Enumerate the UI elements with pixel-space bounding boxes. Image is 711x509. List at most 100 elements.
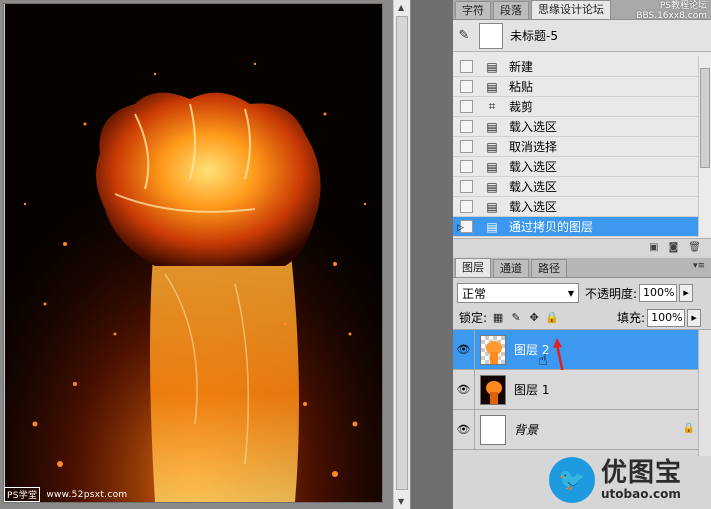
history-item[interactable]: ▤ 载入选区: [453, 177, 698, 197]
layer-thumbnail: [480, 374, 506, 405]
fire-fist-image[interactable]: [5, 4, 382, 502]
fill-input[interactable]: 100%: [647, 308, 686, 327]
layer-name[interactable]: 背景: [514, 421, 538, 438]
history-brush-source-checkbox[interactable]: [460, 120, 473, 133]
top-panel-tabbar: 字符 段落 思缘设计论坛 PS教程论坛 BBS.16xx8.com: [453, 0, 711, 21]
layer-row-layer-2[interactable]: 👁 图层 2 ☝: [453, 329, 711, 385]
history-list: ▤ 新建 ▤ 粘贴 ⌗ 裁剪 ▤ 载入选区 ▤ 取消选择 ▤ 载入选区 ▤ 载入…: [453, 57, 698, 237]
layer-row-layer-1[interactable]: 👁 图层 1: [453, 369, 711, 410]
lock-position-move-icon[interactable]: ✥: [527, 311, 541, 325]
blend-mode-value: 正常: [462, 286, 487, 301]
history-item-label: 新建: [509, 60, 534, 74]
history-item-label: 载入选区: [509, 120, 558, 134]
load-selection-icon: ▤: [486, 159, 498, 174]
layer-name[interactable]: 图层 1: [514, 381, 549, 398]
new-document-from-state-icon[interactable]: ▣: [649, 242, 658, 253]
eye-visibility-icon[interactable]: 👁: [453, 329, 475, 370]
history-item-label: 载入选区: [509, 180, 558, 194]
history-snapshot[interactable]: ✎ 未标题-5: [453, 20, 711, 52]
history-scrollbar[interactable]: [698, 56, 711, 236]
history-brush-icon[interactable]: ✎: [453, 20, 475, 52]
history-brush-source-checkbox[interactable]: [460, 200, 473, 213]
lock-all-icon[interactable]: 🔒: [545, 311, 559, 325]
tab-layers[interactable]: 图层: [455, 258, 491, 277]
history-brush-source-checkbox[interactable]: [460, 60, 473, 73]
load-selection-icon: ▤: [486, 199, 498, 214]
history-item[interactable]: ▤ 取消选择: [453, 137, 698, 157]
fill-label: 填充:: [617, 311, 646, 325]
layer-options-row: 正常 ▼ 不透明度: 100% ▶: [453, 280, 711, 306]
top-watermark: PS教程论坛 BBS.16xx8.com: [636, 1, 707, 21]
eye-visibility-icon[interactable]: 👁: [453, 409, 475, 450]
watermark-logo: PS学堂: [4, 487, 41, 502]
tab-history[interactable]: 思缘设计论坛: [531, 0, 611, 19]
layers-tabbar: 图层 通道 路径 ▾≡: [453, 258, 711, 278]
scroll-up-arrow-icon[interactable]: ▲: [398, 3, 404, 12]
history-item-label: 载入选区: [509, 160, 558, 174]
history-item[interactable]: ▤ 载入选区: [453, 197, 698, 217]
blend-mode-select[interactable]: 正常 ▼: [457, 283, 579, 303]
tab-paths[interactable]: 路径: [531, 259, 567, 277]
history-brush-source-checkbox[interactable]: [460, 160, 473, 173]
tab-character[interactable]: 字符: [455, 1, 491, 19]
history-brush-source-checkbox[interactable]: [460, 180, 473, 193]
layer-row-background[interactable]: 👁 背景 🔒: [453, 409, 711, 450]
canvas-watermark: PS学堂 www.52psxt.com: [4, 487, 127, 502]
layer-thumbnail: [480, 334, 506, 365]
history-scroll-thumb[interactable]: [700, 68, 710, 168]
snapshot-thumbnail: [479, 22, 503, 49]
canvas-scroll-thumb[interactable]: [396, 16, 408, 490]
layer-list: 👁 图层 2 ☝ 👁 图层 1 👁 背景 🔒: [453, 329, 711, 450]
crop-icon: ⌗: [488, 99, 496, 113]
opacity-slider-arrow-icon[interactable]: ▶: [679, 284, 694, 302]
canvas-vertical-scrollbar[interactable]: ▲ ▼: [393, 0, 410, 509]
history-item[interactable]: ▤ 粘贴: [453, 77, 698, 97]
camera-snapshot-icon[interactable]: ◙: [669, 242, 679, 253]
paste-icon: ▤: [486, 79, 498, 94]
load-selection-icon: ▤: [486, 179, 498, 194]
layer-thumbnail: [480, 414, 506, 445]
watermark-url: www.52psxt.com: [46, 489, 128, 500]
top-watermark-line1: PS教程论坛: [659, 1, 707, 11]
brand-name-cn: 优图宝: [601, 458, 683, 488]
lock-icon: 🔒: [682, 423, 695, 434]
tab-paragraph[interactable]: 段落: [493, 1, 529, 19]
history-brush-source-checkbox[interactable]: ▷: [457, 220, 473, 233]
panel-menu-icon[interactable]: ▾≡: [693, 261, 705, 271]
layer-via-copy-icon: ▤: [486, 219, 498, 234]
bird-logo-icon: 🐦: [549, 457, 595, 503]
load-selection-icon: ▤: [486, 119, 498, 134]
opacity-label: 不透明度:: [585, 286, 638, 301]
lock-image-brush-icon[interactable]: ✎: [509, 311, 523, 325]
history-item[interactable]: ▤ 新建: [453, 57, 698, 77]
history-panel: ✎ 未标题-5 ▤ 新建 ▤ 粘贴 ⌗ 裁剪 ▤ 载入选区 ▤ 取消选择 ▤ 载…: [453, 20, 711, 256]
history-item[interactable]: ▤ 载入选区: [453, 117, 698, 137]
scroll-down-arrow-icon[interactable]: ▼: [398, 497, 404, 506]
history-item-label: 载入选区: [509, 200, 558, 214]
layers-panel: 图层 通道 路径 ▾≡ 正常 ▼ 不透明度: 100% ▶ 锁定: ▦ ✎ ✥ …: [453, 258, 711, 509]
history-item[interactable]: ⌗ 裁剪: [453, 97, 698, 117]
new-doc-icon: ▤: [486, 59, 498, 74]
history-item-label: 裁剪: [509, 100, 534, 114]
panel-dock-gap: [411, 0, 453, 509]
hand-cursor-icon: ☝: [538, 350, 548, 369]
trash-icon[interactable]: 🗑: [688, 242, 701, 253]
lock-label: 锁定:: [459, 311, 488, 325]
history-brush-source-checkbox[interactable]: [460, 100, 473, 113]
history-brush-source-checkbox[interactable]: [460, 80, 473, 93]
chevron-down-icon: ▼: [567, 288, 574, 298]
opacity-input[interactable]: 100%: [639, 284, 678, 302]
fill-slider-arrow-icon[interactable]: ▶: [687, 308, 702, 327]
layers-scrollbar[interactable]: [698, 330, 711, 456]
tab-channels[interactable]: 通道: [493, 259, 529, 277]
history-item-label: 通过拷贝的图层: [509, 220, 594, 234]
history-item-label: 粘贴: [509, 80, 534, 94]
history-item[interactable]: ▤ 载入选区: [453, 157, 698, 177]
snapshot-name: 未标题-5: [510, 29, 558, 43]
eye-visibility-icon[interactable]: 👁: [453, 369, 475, 410]
history-state-marker-icon: ▷: [457, 223, 464, 233]
history-item-active[interactable]: ▷ ▤ 通过拷贝的图层: [453, 217, 698, 237]
brand-watermark: 🐦 优图宝 utobao.com: [541, 451, 711, 509]
lock-transparency-icon[interactable]: ▦: [491, 311, 505, 325]
history-brush-source-checkbox[interactable]: [460, 140, 473, 153]
